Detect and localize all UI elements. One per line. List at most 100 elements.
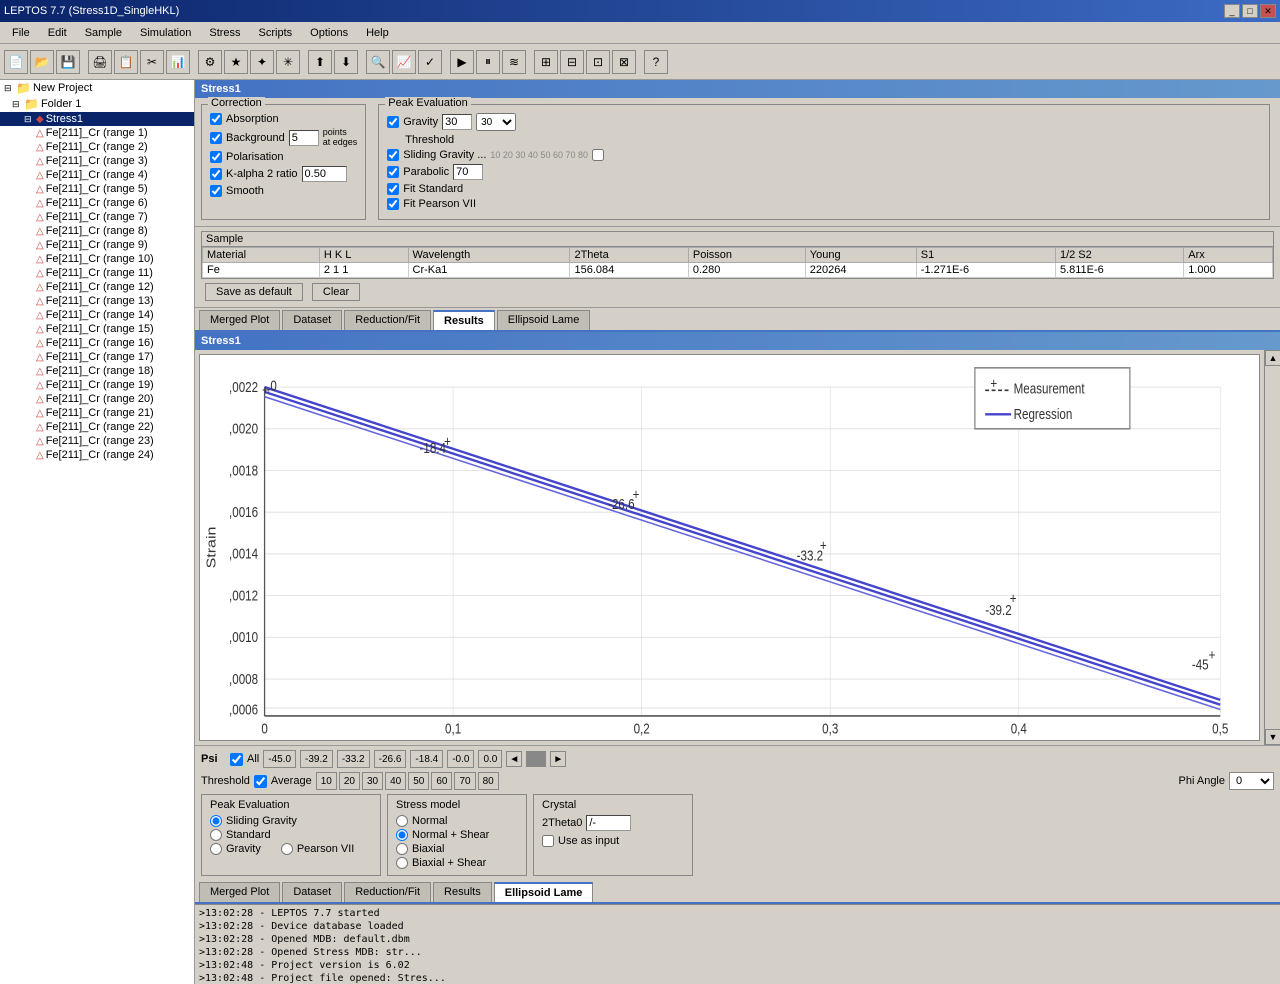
polarisation-checkbox[interactable] (210, 151, 222, 163)
toolbar-btn7[interactable]: ✦ (250, 50, 274, 74)
psi-left-arrow[interactable]: ◄ (506, 751, 522, 767)
tree-range-13[interactable]: △Fe[211]_Cr (range 13) (0, 294, 194, 308)
scroll-track[interactable] (1265, 366, 1280, 729)
tree-range-23[interactable]: △Fe[211]_Cr (range 23) (0, 434, 194, 448)
toolbar-btn13[interactable]: ✓ (418, 50, 442, 74)
absorption-checkbox[interactable] (210, 113, 222, 125)
thresh-30[interactable]: 30 (362, 772, 383, 790)
menu-file[interactable]: File (4, 25, 38, 41)
close-button[interactable]: ✕ (1260, 4, 1276, 18)
toolbar-play[interactable]: ▶ (450, 50, 474, 74)
fit-standard-checkbox[interactable] (387, 183, 399, 195)
tree-range-15[interactable]: △Fe[211]_Cr (range 15) (0, 322, 194, 336)
gravity-radio2[interactable] (210, 843, 222, 855)
toolbar-grid4[interactable]: ⊠ (612, 50, 636, 74)
save-default-button[interactable]: Save as default (205, 283, 303, 301)
phi-select[interactable]: 04590135 (1229, 772, 1274, 790)
tree-range-9[interactable]: △Fe[211]_Cr (range 9) (0, 238, 194, 252)
tab-results[interactable]: Results (433, 310, 495, 330)
tab-merged-plot[interactable]: Merged Plot (199, 310, 280, 330)
tree-stress1[interactable]: ⊟ ◆ Stress1 (0, 112, 194, 126)
thresh-10[interactable]: 10 (316, 772, 337, 790)
kalpha-checkbox[interactable] (210, 168, 222, 180)
tree-range-3[interactable]: △Fe[211]_Cr (range 3) (0, 154, 194, 168)
tree-range-11[interactable]: △Fe[211]_Cr (range 11) (0, 266, 194, 280)
toolbar-btn6[interactable]: ★ (224, 50, 248, 74)
tree-range-4[interactable]: △Fe[211]_Cr (range 4) (0, 168, 194, 182)
sample-table-scroll[interactable]: Material H K L Wavelength 2Theta Poisson… (202, 247, 1273, 278)
toolbar-btn3[interactable]: ✂ (140, 50, 164, 74)
tree-range-12[interactable]: △Fe[211]_Cr (range 12) (0, 280, 194, 294)
toolbar-btn2[interactable]: 📋 (114, 50, 138, 74)
normal-radio[interactable] (396, 815, 408, 827)
toolbar-btn11[interactable]: 🔍 (366, 50, 390, 74)
toolbar-open[interactable]: 📂 (30, 50, 54, 74)
tree-range-21[interactable]: △Fe[211]_Cr (range 21) (0, 406, 194, 420)
menu-simulation[interactable]: Simulation (132, 25, 199, 41)
menu-options[interactable]: Options (302, 25, 356, 41)
toolbar-grid2[interactable]: ⊟ (560, 50, 584, 74)
tree-range-17[interactable]: △Fe[211]_Cr (range 17) (0, 350, 194, 364)
toolbar-print[interactable]: 🖨 (88, 50, 112, 74)
background-checkbox[interactable] (210, 132, 222, 144)
tab-dataset[interactable]: Dataset (282, 310, 342, 330)
toolbar-new[interactable]: 📄 (4, 50, 28, 74)
tree-range-18[interactable]: △Fe[211]_Cr (range 18) (0, 364, 194, 378)
tree-range-16[interactable]: △Fe[211]_Cr (range 16) (0, 336, 194, 350)
tree-range-10[interactable]: △Fe[211]_Cr (range 10) (0, 252, 194, 266)
toolbar-btn10[interactable]: ⬇ (334, 50, 358, 74)
scroll-up[interactable]: ▲ (1265, 350, 1280, 366)
menu-stress[interactable]: Stress (201, 25, 248, 41)
gravity-dropdown[interactable]: 304050 (476, 113, 516, 131)
tree-range-7[interactable]: △Fe[211]_Cr (range 7) (0, 210, 194, 224)
tab-lower-reduction[interactable]: Reduction/Fit (344, 882, 431, 902)
tab-lower-merged[interactable]: Merged Plot (199, 882, 280, 902)
thresh-70[interactable]: 70 (454, 772, 475, 790)
toolbar-grid3[interactable]: ⊡ (586, 50, 610, 74)
toolbar-btn12[interactable]: 📈 (392, 50, 416, 74)
biaxial-radio[interactable] (396, 843, 408, 855)
pearson-radio[interactable] (281, 843, 293, 855)
menu-help[interactable]: Help (358, 25, 397, 41)
tree-range-5[interactable]: △Fe[211]_Cr (range 5) (0, 182, 194, 196)
psi-val-3[interactable]: -33.2 (337, 750, 370, 768)
psi-slider[interactable] (526, 751, 546, 767)
tree-range-22[interactable]: △Fe[211]_Cr (range 22) (0, 420, 194, 434)
kalpha-value[interactable] (302, 166, 347, 182)
thresh-60[interactable]: 60 (431, 772, 452, 790)
clear-button[interactable]: Clear (312, 283, 360, 301)
gravity-value[interactable] (442, 114, 472, 130)
thresh-20[interactable]: 20 (339, 772, 360, 790)
toolbar-btn5[interactable]: ⚙ (198, 50, 222, 74)
use-as-input-cb[interactable] (542, 835, 554, 847)
scroll-down[interactable]: ▼ (1265, 729, 1280, 745)
thresh-50[interactable]: 50 (408, 772, 429, 790)
psi-val-5[interactable]: -18.4 (410, 750, 443, 768)
parabolic-checkbox[interactable] (387, 166, 399, 178)
tree-root[interactable]: ⊟ 📁 New Project (0, 80, 194, 96)
minimize-button[interactable]: _ (1224, 4, 1240, 18)
psi-all-checkbox[interactable] (230, 753, 243, 766)
sliding-extra-cb[interactable] (592, 149, 604, 161)
menu-sample[interactable]: Sample (77, 25, 130, 41)
smooth-checkbox[interactable] (210, 185, 222, 197)
sliding-gravity-checkbox[interactable] (387, 149, 399, 161)
sliding-gravity-radio[interactable] (210, 815, 222, 827)
tab-lower-ellipsoid[interactable]: Ellipsoid Lame (494, 882, 594, 902)
tree-range-1[interactable]: △Fe[211]_Cr (range 1) (0, 126, 194, 140)
normal-shear-radio[interactable] (396, 829, 408, 841)
menu-scripts[interactable]: Scripts (251, 25, 301, 41)
tab-ellipsoid[interactable]: Ellipsoid Lame (497, 310, 591, 330)
toolbar-btn4[interactable]: 📊 (166, 50, 190, 74)
biaxial-shear-radio[interactable] (396, 857, 408, 869)
tree-range-2[interactable]: △Fe[211]_Cr (range 2) (0, 140, 194, 154)
toolbar-btn9[interactable]: ⬆ (308, 50, 332, 74)
psi-val-7[interactable]: 0.0 (478, 750, 502, 768)
thresh-80[interactable]: 80 (478, 772, 499, 790)
tree-range-19[interactable]: △Fe[211]_Cr (range 19) (0, 378, 194, 392)
toolbar-grid1[interactable]: ⊞ (534, 50, 558, 74)
toolbar-save[interactable]: 💾 (56, 50, 80, 74)
tree-range-8[interactable]: △Fe[211]_Cr (range 8) (0, 224, 194, 238)
tree-range-14[interactable]: △Fe[211]_Cr (range 14) (0, 308, 194, 322)
toolbar-pause[interactable]: ⏸ (476, 50, 500, 74)
